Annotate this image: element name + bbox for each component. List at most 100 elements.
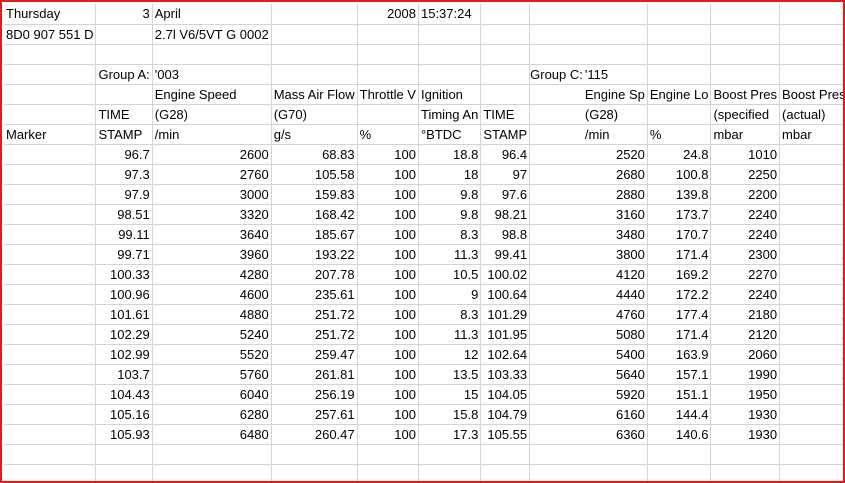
- cell[interactable]: 2600: [152, 144, 272, 165]
- cell[interactable]: 2060: [710, 344, 781, 365]
- cell[interactable]: [4, 344, 97, 365]
- cell[interactable]: 172.2: [647, 284, 712, 305]
- cell[interactable]: 4440: [582, 284, 648, 305]
- cell[interactable]: [710, 444, 781, 465]
- cell[interactable]: 3800: [582, 244, 648, 265]
- cell[interactable]: [582, 44, 648, 65]
- cell[interactable]: 2520: [582, 144, 648, 165]
- cell[interactable]: 2090: [779, 284, 843, 305]
- cell[interactable]: 9.8: [418, 184, 482, 205]
- cell[interactable]: [4, 404, 97, 425]
- cell[interactable]: g/s: [271, 124, 358, 145]
- cell[interactable]: Timing An: [418, 104, 482, 125]
- cell[interactable]: [480, 4, 531, 25]
- cell[interactable]: °BTDC: [418, 124, 482, 145]
- cell[interactable]: 99.11: [95, 224, 153, 245]
- cell[interactable]: (G28): [582, 104, 648, 125]
- cell[interactable]: 100: [357, 304, 419, 325]
- cell[interactable]: [271, 64, 358, 85]
- cell[interactable]: 2010: [779, 264, 843, 285]
- cell[interactable]: [4, 324, 97, 345]
- cell[interactable]: [4, 384, 97, 405]
- cell[interactable]: 1950: [779, 384, 843, 405]
- cell[interactable]: 8.3: [418, 304, 482, 325]
- cell[interactable]: 8.3: [418, 224, 482, 245]
- spreadsheet-grid[interactable]: Thursday 3 April 2008 15:37:24 8D0 907 551 D 2…: [0, 0, 845, 483]
- cell[interactable]: [418, 44, 482, 65]
- cell[interactable]: 2120: [710, 324, 781, 345]
- cell[interactable]: 4120: [582, 264, 648, 285]
- cell[interactable]: 105.55: [480, 424, 531, 445]
- cell[interactable]: 24.8: [647, 144, 712, 165]
- cell[interactable]: 9: [418, 284, 482, 305]
- cell[interactable]: 103.33: [480, 364, 531, 385]
- cell[interactable]: [357, 24, 419, 45]
- cell[interactable]: 99.71: [95, 244, 153, 265]
- cell[interactable]: Thursday: [4, 4, 97, 25]
- cell[interactable]: [647, 64, 712, 85]
- cell[interactable]: 6040: [152, 384, 272, 405]
- cell[interactable]: [529, 104, 583, 125]
- cell[interactable]: 207.78: [271, 264, 358, 285]
- cell[interactable]: [779, 444, 843, 465]
- cell[interactable]: 2240: [710, 204, 781, 225]
- cell[interactable]: April: [152, 4, 272, 25]
- cell[interactable]: 100: [357, 384, 419, 405]
- cell[interactable]: 3960: [152, 244, 272, 265]
- cell[interactable]: 2060: [779, 344, 843, 365]
- cell[interactable]: [582, 4, 648, 25]
- cell[interactable]: [647, 44, 712, 65]
- cell[interactable]: 1920: [779, 424, 843, 445]
- cell[interactable]: [529, 124, 583, 145]
- cell[interactable]: [582, 444, 648, 465]
- cell[interactable]: %: [647, 124, 712, 145]
- cell[interactable]: 1950: [779, 204, 843, 225]
- cell[interactable]: [710, 24, 781, 45]
- cell[interactable]: (specified: [710, 104, 781, 125]
- cell[interactable]: 100.33: [95, 264, 153, 285]
- cell[interactable]: [647, 4, 712, 25]
- cell[interactable]: 1930: [710, 424, 781, 445]
- cell[interactable]: [95, 444, 153, 465]
- cell[interactable]: [418, 64, 482, 85]
- cell[interactable]: [529, 364, 583, 385]
- cell[interactable]: [418, 24, 482, 45]
- cell[interactable]: 168.42: [271, 204, 358, 225]
- cell[interactable]: [4, 364, 97, 385]
- cell[interactable]: [529, 464, 583, 481]
- cell[interactable]: [357, 104, 419, 125]
- cell[interactable]: 2240: [710, 284, 781, 305]
- cell[interactable]: Group C:: [529, 64, 583, 85]
- cell[interactable]: [710, 4, 781, 25]
- cell[interactable]: [95, 84, 153, 105]
- cell[interactable]: mbar: [779, 124, 843, 145]
- cell[interactable]: 100: [357, 204, 419, 225]
- cell[interactable]: 105.58: [271, 164, 358, 185]
- cell[interactable]: Boost Pressure: [779, 84, 843, 105]
- cell[interactable]: 102.99: [95, 344, 153, 365]
- cell[interactable]: [4, 64, 97, 85]
- cell[interactable]: [647, 24, 712, 45]
- cell[interactable]: [710, 44, 781, 65]
- cell[interactable]: 169.2: [647, 264, 712, 285]
- cell[interactable]: 3000: [152, 184, 272, 205]
- cell[interactable]: [779, 44, 843, 65]
- cell[interactable]: 2240: [710, 224, 781, 245]
- cell[interactable]: [647, 104, 712, 125]
- cell[interactable]: 15.8: [418, 404, 482, 425]
- cell[interactable]: 18: [418, 164, 482, 185]
- cell[interactable]: 100: [357, 344, 419, 365]
- cell[interactable]: 100: [357, 424, 419, 445]
- cell[interactable]: [4, 44, 97, 65]
- cell[interactable]: [529, 144, 583, 165]
- cell[interactable]: 12: [418, 344, 482, 365]
- cell[interactable]: 144.4: [647, 404, 712, 425]
- cell[interactable]: 2160: [779, 304, 843, 325]
- cell[interactable]: 2880: [582, 184, 648, 205]
- cell[interactable]: Throttle V: [357, 84, 419, 105]
- cell[interactable]: 2250: [710, 164, 781, 185]
- cell[interactable]: 5920: [582, 384, 648, 405]
- cell[interactable]: 2008: [357, 4, 419, 25]
- cell[interactable]: 101.29: [480, 304, 531, 325]
- cell[interactable]: mbar: [710, 124, 781, 145]
